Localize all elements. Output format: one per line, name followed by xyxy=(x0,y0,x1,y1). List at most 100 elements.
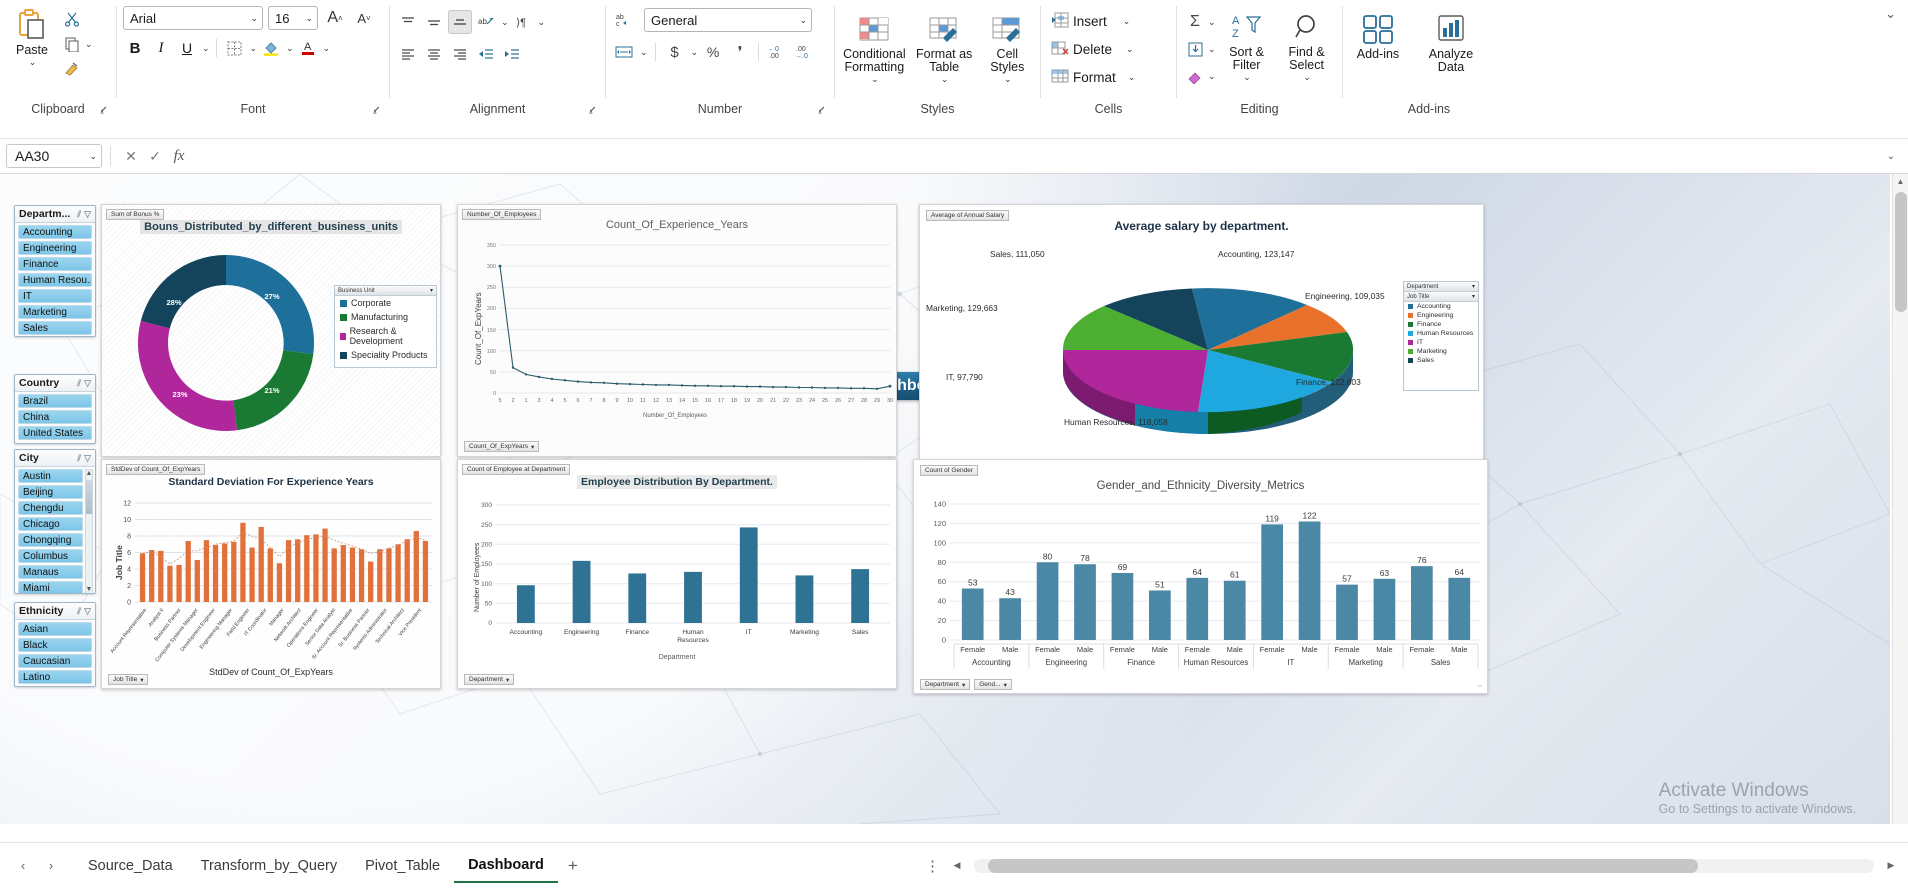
insert-button[interactable]: Insert ⌄ xyxy=(1047,8,1134,34)
slicer-item[interactable]: Beijing xyxy=(18,485,83,499)
slicer-country[interactable]: Country ⫽ ▽ Brazil China United States xyxy=(14,374,96,444)
increase-decimal-button[interactable]: ←0.00 xyxy=(765,40,789,64)
font-size-select[interactable]: 16 ⌄ xyxy=(268,6,318,30)
chart-legend-department[interactable]: Department ▾ Job Title ▾ Accounting Engi… xyxy=(1403,281,1479,391)
merge-center-button[interactable] xyxy=(612,40,636,64)
chevron-down-icon[interactable]: ⌄ xyxy=(1208,17,1216,28)
filter-dropdown-icon[interactable]: ▾ xyxy=(430,287,433,294)
orientation-chevron-icon[interactable]: ⌄ xyxy=(501,17,509,28)
chevron-down-icon[interactable]: ⌄ xyxy=(1123,16,1131,27)
copy-chevron-icon[interactable]: ⌄ xyxy=(85,39,93,50)
chevron-down-icon[interactable]: ⌄ xyxy=(1128,72,1136,83)
clear-filter-icon[interactable]: ▽ xyxy=(84,378,91,389)
chevron-down-icon[interactable]: ⌄ xyxy=(1243,72,1251,83)
chart-resize-handle[interactable]: ▫▫ xyxy=(1478,684,1482,690)
legend-header[interactable]: Business Unit ▾ xyxy=(335,286,436,296)
font-dialog-launcher[interactable]: ⭹ xyxy=(373,104,385,116)
paste-chevron-icon[interactable]: ⌄ xyxy=(29,57,37,68)
filter-dropdown-icon[interactable]: ▾ xyxy=(1472,293,1475,300)
scroll-thumb[interactable] xyxy=(86,480,92,514)
vertical-scroll-thumb[interactable] xyxy=(1895,192,1907,312)
slicer-item[interactable]: China xyxy=(18,410,92,424)
slicer-item[interactable]: Accounting xyxy=(18,225,92,239)
font-color-button[interactable]: A xyxy=(296,36,320,60)
sheet-tab-dashboard[interactable]: Dashboard xyxy=(454,849,558,883)
find-select-button[interactable]: Find & Select ⌄ xyxy=(1278,6,1336,83)
wrap-text-button[interactable]: ab c xyxy=(612,8,636,32)
conditional-formatting-button[interactable]: Conditional Formatting ⌄ xyxy=(841,8,908,85)
increase-font-size-button[interactable]: A ˄ xyxy=(323,6,347,30)
align-right-button[interactable] xyxy=(448,42,472,66)
clipboard-dialog-launcher[interactable]: ⭹ xyxy=(100,104,112,116)
format-painter-button[interactable] xyxy=(60,57,84,81)
slicer-item[interactable]: Columbus xyxy=(18,549,83,563)
slicer-item[interactable]: Engineering xyxy=(18,241,92,255)
ribbon-collapse-button[interactable]: ⌄ xyxy=(1885,0,1908,22)
sheet-tab-source-data[interactable]: Source_Data xyxy=(74,849,187,883)
borders-chevron-icon[interactable]: ⌄ xyxy=(250,43,258,54)
format-button[interactable]: Format ⌄ xyxy=(1047,64,1139,90)
font-family-select[interactable]: Arial ⌄ xyxy=(123,6,263,30)
slicer-item[interactable]: Marketing xyxy=(18,305,92,319)
increase-indent-button[interactable] xyxy=(500,42,524,66)
slicer-item[interactable]: Chengdu xyxy=(18,501,83,515)
chevron-down-icon[interactable]: ⌄ xyxy=(89,151,97,162)
slicer-item[interactable]: Brazil xyxy=(18,394,92,408)
legend-subheader[interactable]: Job Title ▾ xyxy=(1404,292,1478,302)
underline-button[interactable]: U xyxy=(175,36,199,60)
format-as-table-button[interactable]: Format as Table ⌄ xyxy=(914,8,975,85)
multi-select-icon[interactable]: ⫽ xyxy=(77,453,81,464)
chevron-down-icon[interactable]: ⌄ xyxy=(941,74,949,85)
font-color-chevron-icon[interactable]: ⌄ xyxy=(323,43,331,54)
alignment-dialog-launcher[interactable]: ⭹ xyxy=(589,104,601,116)
sheet-tab-pivot-table[interactable]: Pivot_Table xyxy=(351,849,454,883)
legend-field-button-department[interactable]: Department ▾ xyxy=(920,679,971,690)
slicer-item[interactable]: Human Resou... xyxy=(18,273,92,287)
sheet-options-icon[interactable]: ⋮ xyxy=(925,857,940,875)
vertical-scrollbar[interactable]: ▲ xyxy=(1892,174,1908,824)
align-middle-button[interactable] xyxy=(422,10,446,34)
slicer-item[interactable]: Sales xyxy=(18,321,92,335)
cut-button[interactable] xyxy=(60,7,84,31)
fill-color-chevron-icon[interactable]: ⌄ xyxy=(286,43,294,54)
clear-filter-icon[interactable]: ▽ xyxy=(84,209,91,220)
filter-dropdown-icon[interactable]: ▾ xyxy=(1472,283,1475,290)
decrease-decimal-button[interactable]: .00 →.0 xyxy=(792,40,816,64)
multi-select-icon[interactable]: ⫽ xyxy=(77,606,81,617)
pivot-field-button[interactable]: Sum of Bonus % xyxy=(106,209,165,220)
cell-styles-button[interactable]: Cell Styles ⌄ xyxy=(981,8,1034,85)
slicer-city[interactable]: City ⫽ ▽ Austin Beijing Chengdu Chicago … xyxy=(14,449,96,594)
chart-average-salary-pie[interactable]: Average of Annual Salary Average salary … xyxy=(919,204,1484,469)
chart-experience-years-line[interactable]: Number_Of_Employees Count_Of_Experience_… xyxy=(457,204,897,457)
slicer-scrollbar[interactable]: ▲ ▼ xyxy=(85,469,93,593)
fill-color-button[interactable] xyxy=(259,36,283,60)
slicer-ethnicity[interactable]: Ethnicity ⫽ ▽ Asian Black Caucasian Lati… xyxy=(14,602,96,687)
number-dialog-launcher[interactable]: ⭹ xyxy=(818,104,830,116)
slicer-item[interactable]: Black xyxy=(18,638,92,652)
multi-select-icon[interactable]: ⫽ xyxy=(77,378,81,389)
text-direction-chevron-icon[interactable]: ⌄ xyxy=(538,17,546,28)
slicer-item[interactable]: Latino xyxy=(18,670,92,684)
chevron-down-icon[interactable]: ⌄ xyxy=(871,74,879,85)
scroll-up-icon[interactable]: ▲ xyxy=(86,470,93,478)
chevron-down-icon[interactable]: ⌄ xyxy=(1208,71,1216,82)
multi-select-icon[interactable]: ⫽ xyxy=(77,209,81,220)
borders-button[interactable] xyxy=(223,36,247,60)
sheet-prev-button[interactable]: ‹ xyxy=(10,853,36,879)
slicer-item[interactable]: Caucasian xyxy=(18,654,92,668)
slicer-item[interactable]: United States xyxy=(18,426,92,440)
align-bottom-button[interactable] xyxy=(448,10,472,34)
slicer-department[interactable]: Departm... ⫽ ▽ Accounting Engineering Fi… xyxy=(14,205,96,337)
slicer-item[interactable]: Chicago xyxy=(18,517,83,531)
expand-formula-bar-icon[interactable]: ⌄ xyxy=(1880,151,1902,162)
legend-field-button[interactable]: Count_Of_ExpYears ▾ xyxy=(464,441,540,452)
percent-format-button[interactable]: % xyxy=(701,40,725,64)
legend-header[interactable]: Department ▾ xyxy=(1404,282,1478,292)
accounting-format-button[interactable]: $ xyxy=(663,40,687,64)
chevron-down-icon[interactable]: ⌄ xyxy=(1208,44,1216,55)
slicer-item[interactable]: Manaus xyxy=(18,565,83,579)
comma-format-button[interactable]: ❜ xyxy=(728,40,752,64)
fill-button[interactable] xyxy=(1183,37,1207,61)
chart-employee-distribution[interactable]: Count of Employee at Department Employee… xyxy=(457,459,897,689)
legend-field-button[interactable]: Department ▾ xyxy=(464,674,515,685)
